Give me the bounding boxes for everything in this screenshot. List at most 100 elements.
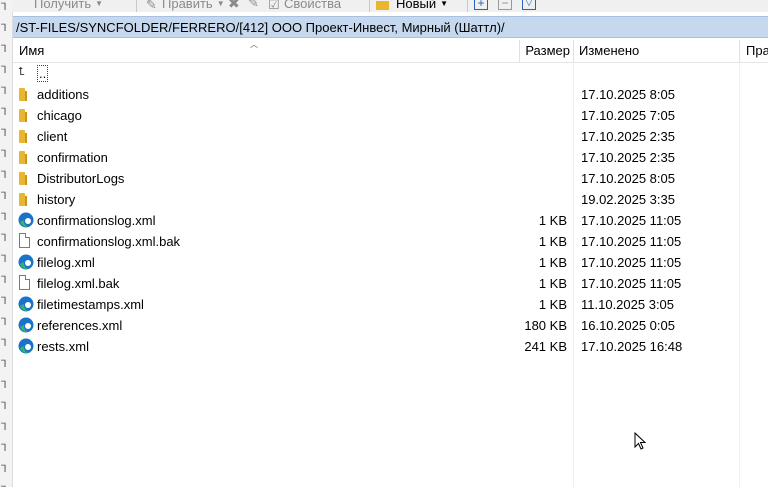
rename-button[interactable]: ✎ — [248, 0, 259, 11]
sort-ascending-icon: ︿ — [250, 40, 258, 49]
filter-icon: ▽ — [522, 0, 536, 10]
file-row[interactable]: confirmationslog.xml 1 KB 17.10.2025 11:05 — [13, 210, 768, 231]
get-button[interactable]: Получить ▼ — [34, 0, 103, 11]
mouse-cursor-icon — [634, 432, 646, 450]
file-name: filetimestamps.xml — [37, 297, 144, 312]
file-size: 1 KB — [538, 276, 567, 291]
gutter-mark: ⅂ — [1, 254, 7, 265]
file-modified: 17.10.2025 11:05 — [581, 234, 682, 249]
file-modified: 17.10.2025 2:35 — [581, 129, 675, 144]
new-button[interactable]: Новый ▼ — [376, 0, 448, 11]
column-size[interactable]: Размер — [443, 40, 570, 62]
file-size: 241 KB — [524, 339, 567, 354]
folder-icon — [19, 109, 27, 122]
file-modified: 17.10.2025 8:05 — [581, 87, 675, 102]
dropdown-arrow-icon: ▼ — [216, 0, 225, 8]
gutter-mark: ⅂ — [1, 422, 7, 433]
gutter-mark: ⅂ — [1, 170, 7, 181]
column-name-label: Имя — [19, 43, 45, 58]
folder-row[interactable]: additions 17.10.2025 8:05 — [13, 84, 768, 105]
column-divider[interactable] — [573, 40, 574, 62]
gutter-mark: ⅂ — [1, 401, 7, 412]
folder-row[interactable]: history 19.02.2025 3:35 — [13, 189, 768, 210]
collapse-button[interactable]: − — [498, 0, 512, 11]
edge-browser-icon — [18, 296, 34, 312]
file-size: 1 KB — [538, 213, 567, 228]
file-name: filelog.xml — [37, 255, 95, 270]
column-name[interactable]: Имя — [19, 40, 44, 62]
path-bar[interactable]: /ST-FILES/SYNCFOLDER/FERRERO/[412] ООО П… — [13, 16, 768, 38]
file-size: 1 KB — [538, 297, 567, 312]
gutter-mark: ⅂ — [1, 380, 7, 391]
file-modified: 17.10.2025 8:05 — [581, 171, 675, 186]
file-name: confirmationslog.xml.bak — [37, 234, 181, 249]
file-row[interactable]: rests.xml 241 KB 17.10.2025 16:48 — [13, 336, 768, 357]
file-name: client — [37, 129, 68, 144]
file-modified: 11.10.2025 3:05 — [581, 297, 675, 312]
gutter-mark: ⅂ — [1, 44, 7, 55]
gutter-mark: ⅂ — [1, 86, 7, 97]
edge-browser-icon — [18, 212, 34, 228]
file-row[interactable]: filelog.xml.bak 1 KB 17.10.2025 11:05 — [13, 273, 768, 294]
edge-browser-icon — [18, 338, 34, 354]
edit-button[interactable]: ✎ Править ▼ — [146, 0, 225, 12]
file-name: confirmationslog.xml — [37, 213, 156, 228]
file-row[interactable]: confirmationslog.xml.bak 1 KB 17.10.2025 1… — [13, 231, 768, 252]
file-row[interactable]: references.xml 180 KB 16.10.2025 0:05 — [13, 315, 768, 336]
new-label: Новый — [396, 0, 437, 11]
file-size: 1 KB — [538, 234, 567, 249]
delete-icon: ✖ — [228, 0, 240, 11]
expand-button[interactable]: + — [474, 0, 488, 11]
toolbar: Получить ▼ ✎ Править ▼ ✖ ✎ ☑ Свойства Но… — [12, 0, 768, 12]
gutter-mark: ⅂ — [1, 107, 7, 118]
column-size-label: Размер — [525, 43, 570, 58]
column-modified[interactable]: Изменено — [579, 40, 639, 62]
gutter-mark: ⅂ — [1, 191, 7, 202]
gutter-mark: ⅂ — [1, 296, 7, 307]
column-rights[interactable]: Пра — [746, 40, 768, 62]
current-path: /ST-FILES/SYNCFOLDER/FERRERO/[412] ООО П… — [16, 19, 505, 35]
filter-button[interactable]: ▽ — [522, 0, 536, 11]
file-modified: 16.10.2025 0:05 — [581, 318, 675, 333]
properties-label: Свойства — [284, 0, 342, 11]
toolbar-separator — [467, 0, 468, 12]
folder-icon — [19, 88, 27, 101]
file-name: DistributorLogs — [37, 171, 125, 186]
parent-directory-row[interactable]: ⮤ .. — [13, 63, 768, 84]
file-row[interactable]: filelog.xml 1 KB 17.10.2025 11:05 — [13, 252, 768, 273]
folder-row[interactable]: client 17.10.2025 2:35 — [13, 126, 768, 147]
plus-icon: + — [474, 0, 488, 10]
file-name: history — [37, 192, 76, 207]
folder-row[interactable]: confirmation 17.10.2025 2:35 — [13, 147, 768, 168]
gutter-mark: ⅂ — [1, 2, 7, 13]
file-size — [443, 168, 567, 189]
properties-button[interactable]: ☑ Свойства — [268, 0, 342, 12]
edge-browser-icon — [18, 254, 34, 270]
folder-row[interactable]: DistributorLogs 17.10.2025 8:05 — [13, 168, 768, 189]
dropdown-arrow-icon: ▼ — [95, 0, 104, 8]
column-modified-label: Изменено — [579, 43, 640, 58]
gutter-mark: ⅂ — [1, 212, 7, 223]
file-size — [443, 105, 567, 126]
toolbar-separator — [136, 0, 137, 12]
file-name: additions — [37, 87, 90, 102]
edit-label: Править — [162, 0, 213, 11]
file-modified: 17.10.2025 7:05 — [581, 108, 675, 123]
column-rights-label: Пра — [746, 43, 768, 58]
dropdown-arrow-icon: ▼ — [440, 0, 449, 8]
gutter-mark: ⅂ — [1, 443, 7, 454]
file-size — [443, 84, 567, 105]
minus-icon: − — [498, 0, 512, 10]
gutter-mark: ⅂ — [1, 65, 7, 76]
gutter-mark: ⅂ — [1, 359, 7, 370]
folder-icon — [19, 172, 27, 185]
file-name: references.xml — [37, 318, 123, 333]
file-name: filelog.xml.bak — [37, 276, 120, 291]
folder-icon — [19, 193, 27, 206]
file-modified: 17.10.2025 2:35 — [581, 150, 675, 165]
delete-button[interactable]: ✖ — [228, 0, 240, 11]
column-divider[interactable] — [739, 40, 740, 62]
column-header: Имя ︿ Размер Изменено Пра — [13, 40, 768, 63]
folder-row[interactable]: chicago 17.10.2025 7:05 — [13, 105, 768, 126]
file-row[interactable]: filetimestamps.xml 1 KB 11.10.2025 3:05 — [13, 294, 768, 315]
